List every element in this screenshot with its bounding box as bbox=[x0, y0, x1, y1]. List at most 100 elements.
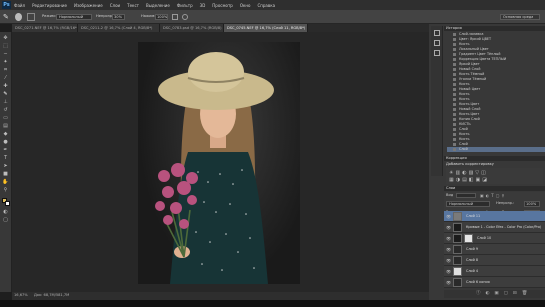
history-state-icon bbox=[453, 37, 456, 41]
layers-panel-header[interactable]: Слои bbox=[444, 186, 545, 191]
shape-tool-icon[interactable]: ■ bbox=[2, 172, 9, 177]
layer-row[interactable]: 👁 Слой 8 bbox=[444, 255, 545, 266]
tab-dsc-0211-2[interactable]: DSC_0211-2 @ 16,7% (Слой 4, RGB/8*) bbox=[78, 24, 160, 32]
properties-panel-icon[interactable] bbox=[434, 50, 440, 56]
menu-edit[interactable]: Редактирование bbox=[32, 3, 67, 8]
crop-tool-icon[interactable]: ⌗ bbox=[2, 68, 9, 73]
adjustment-icons-row1[interactable]: ☀▥◐▨▽◫ bbox=[449, 170, 488, 176]
tab-dsc-0745[interactable]: DSC_0745.NEF @ 16,7% (Слой 11, RGB/8*) bbox=[224, 24, 308, 32]
layer-actions-bar[interactable]: ⓕ◐▣▢⊟🗑 bbox=[444, 290, 545, 298]
history-state-icon bbox=[453, 137, 456, 141]
menu-select[interactable]: Выделение bbox=[146, 3, 170, 8]
adjustment-icons-row2[interactable]: ▦◑▤◧▣◪ bbox=[449, 177, 489, 183]
brush-panel-icon[interactable] bbox=[27, 13, 35, 21]
gradient-tool-icon[interactable]: ▤ bbox=[2, 124, 9, 129]
menu-type[interactable]: Текст bbox=[127, 3, 139, 8]
layer-name: Слой 6 копия bbox=[466, 280, 490, 284]
pressure-icon[interactable] bbox=[182, 14, 188, 20]
eyedropper-tool-icon[interactable]: ⁄ bbox=[2, 76, 9, 81]
eye-icon[interactable]: 👁 bbox=[446, 214, 451, 219]
history-state-icon bbox=[453, 82, 456, 86]
history-state-icon bbox=[453, 67, 456, 71]
pen-tool-icon[interactable]: ✒ bbox=[2, 148, 9, 153]
menu-view[interactable]: Просмотр bbox=[212, 3, 233, 8]
type-tool-icon[interactable]: T bbox=[2, 156, 9, 161]
eye-icon[interactable]: 👁 bbox=[446, 269, 451, 274]
layer-opacity-input[interactable]: 100% bbox=[524, 201, 540, 207]
move-tool-icon[interactable]: ✥ bbox=[2, 36, 9, 41]
layer-row[interactable]: 👁 Слой 9 bbox=[444, 244, 545, 255]
layer-row[interactable]: 👁 Слой 10 bbox=[444, 233, 545, 244]
layer-row[interactable]: 👁 Слой 4 bbox=[444, 266, 545, 277]
eraser-tool-icon[interactable]: ▭ bbox=[2, 116, 9, 121]
adjustments-subtitle: Добавить корректировку bbox=[446, 162, 494, 166]
adjustments-panel-header[interactable]: Коррекция bbox=[444, 156, 545, 161]
blur-tool-icon[interactable]: ◆ bbox=[2, 132, 9, 137]
healing-brush-tool-icon[interactable]: ✚ bbox=[2, 84, 9, 89]
history-state-icon bbox=[453, 127, 456, 131]
mode-select[interactable]: Нормальный bbox=[56, 14, 92, 20]
blend-mode-select[interactable]: Нормальный bbox=[446, 201, 490, 207]
history-state-icon bbox=[453, 117, 456, 121]
layers-filter-icons[interactable]: ▣◐T▢⚲ bbox=[480, 193, 540, 198]
path-select-tool-icon[interactable]: ➤ bbox=[2, 164, 9, 169]
clone-stamp-tool-icon[interactable]: ⊥ bbox=[2, 100, 9, 105]
background-color-swatch[interactable] bbox=[5, 201, 10, 206]
layer-thumbnail bbox=[453, 267, 462, 276]
layer-row[interactable]: 👁 Кривые 1 - Color Efex - Color Pro (Col… bbox=[444, 222, 545, 233]
eye-icon[interactable]: 👁 bbox=[446, 247, 451, 252]
menu-3d[interactable]: 3D bbox=[200, 3, 206, 8]
tab-dsc-0783[interactable]: DSC_0783.psd @ 16,7% (RGB/8) bbox=[160, 24, 224, 32]
menu-filter[interactable]: Фильтр bbox=[177, 3, 193, 8]
menu-help[interactable]: Справка bbox=[257, 3, 275, 8]
menu-image[interactable]: Изображение bbox=[74, 3, 103, 8]
eye-icon[interactable]: 👁 bbox=[446, 225, 451, 230]
history-state-icon bbox=[453, 122, 456, 126]
quick-mask-icon[interactable]: ◐ bbox=[2, 210, 9, 215]
actions-panel-icon[interactable] bbox=[434, 40, 440, 46]
document-photo[interactable] bbox=[138, 42, 300, 284]
quick-select-tool-icon[interactable]: ✦ bbox=[2, 60, 9, 65]
menu-bar: Ps Файл Редактирование Изображение Слои … bbox=[0, 0, 545, 10]
brush-preset-icon[interactable] bbox=[15, 13, 22, 21]
layers-filter-select[interactable] bbox=[456, 193, 476, 198]
opacity-input[interactable]: 30% bbox=[112, 14, 125, 20]
history-state-icon bbox=[453, 92, 456, 96]
eye-icon[interactable]: 👁 bbox=[446, 280, 451, 285]
layer-opacity-value: 100% bbox=[526, 202, 537, 206]
lasso-tool-icon[interactable]: ∽ bbox=[2, 52, 9, 57]
screen-mode-icon[interactable]: ▢ bbox=[2, 218, 9, 223]
history-panel-icon[interactable] bbox=[434, 30, 440, 36]
history-state-icon bbox=[453, 42, 456, 46]
menu-window[interactable]: Окно bbox=[240, 3, 251, 8]
layer-row-selected[interactable]: 👁 Слой 11 bbox=[444, 211, 545, 222]
brush-tool-icon[interactable]: ✎ bbox=[2, 92, 9, 97]
history-state-icon bbox=[453, 72, 456, 76]
flow-value: 100% bbox=[157, 15, 168, 19]
flow-label: Нажим: bbox=[141, 14, 156, 18]
status-bar: 16,67% Док: 68,7M/581,7M bbox=[12, 292, 429, 300]
marquee-tool-icon[interactable]: ⬚ bbox=[2, 44, 9, 49]
workspace-select[interactable]: Основная среда bbox=[500, 14, 540, 20]
eye-icon[interactable]: 👁 bbox=[446, 236, 451, 241]
menu-layers[interactable]: Слои bbox=[110, 3, 120, 8]
menu-file[interactable]: Файл bbox=[14, 3, 25, 8]
history-state-icon bbox=[453, 87, 456, 91]
layer-name: Кривые 1 - Color Efex - Color Pro (Color… bbox=[466, 225, 542, 229]
flow-input[interactable]: 100% bbox=[155, 14, 168, 20]
dodge-tool-icon[interactable]: ● bbox=[2, 140, 9, 145]
hand-tool-icon[interactable]: ✋ bbox=[2, 180, 9, 185]
history-item-current[interactable]: Слой bbox=[447, 147, 545, 152]
history-brush-tool-icon[interactable]: ↺ bbox=[2, 108, 9, 113]
tab-dsc-0271[interactable]: DSC_0271.NEF @ 16,7% (RGB/16*) bbox=[12, 24, 78, 32]
layer-opacity-label: Непрозр.: bbox=[496, 201, 515, 205]
eye-icon[interactable]: 👁 bbox=[446, 258, 451, 263]
blend-mode-value: Нормальный bbox=[449, 202, 474, 206]
brush-tool-icon[interactable]: ✎ bbox=[3, 13, 11, 21]
zoom-level[interactable]: 16,67% bbox=[14, 293, 28, 298]
layer-thumbnail bbox=[453, 256, 462, 265]
airbrush-icon[interactable] bbox=[172, 14, 178, 20]
zoom-tool-icon[interactable]: ⚲ bbox=[2, 188, 9, 193]
history-panel-header[interactable]: История bbox=[444, 26, 545, 31]
layer-row[interactable]: 👁 Слой 6 копия bbox=[444, 277, 545, 288]
